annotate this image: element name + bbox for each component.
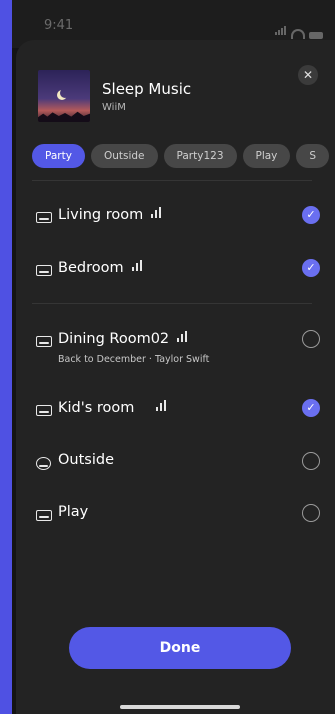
room-row-dining-room02[interactable]: Dining Room02 Back to December · Taylor … — [36, 330, 326, 366]
divider — [32, 180, 312, 181]
status-icons — [275, 20, 323, 39]
room-row-bedroom[interactable]: Bedroom ✓ — [36, 259, 326, 295]
checkmark-icon[interactable]: ✓ — [302, 259, 320, 277]
track-title: Sleep Music — [102, 80, 192, 98]
album-art — [38, 70, 90, 122]
chip-party123[interactable]: Party123 — [163, 144, 237, 168]
status-time: 9:41 — [44, 18, 74, 33]
done-button[interactable]: Done — [69, 627, 291, 669]
home-indicator[interactable] — [120, 705, 240, 709]
checkmark-icon[interactable]: ✓ — [302, 206, 320, 224]
soundbar-icon — [36, 212, 52, 223]
moon-icon — [60, 88, 70, 98]
equalizer-icon — [156, 399, 168, 415]
room-label: Bedroom — [58, 259, 144, 276]
chip-party[interactable]: Party — [32, 144, 85, 168]
speaker-icon — [36, 510, 52, 521]
room-row-kids-room[interactable]: Kid's room ✓ — [36, 399, 326, 435]
unchecked-circle-icon[interactable] — [302, 504, 320, 522]
equalizer-icon — [151, 206, 163, 222]
now-playing-text: Back to December · Taylor Swift — [58, 354, 210, 365]
close-icon[interactable]: ✕ — [298, 65, 318, 85]
equalizer-icon — [177, 330, 189, 346]
soundbar-icon — [36, 265, 52, 276]
equalizer-icon — [131, 259, 144, 275]
room-row-outside[interactable]: Outside — [36, 452, 326, 488]
treeline-graphic — [38, 111, 90, 122]
room-selector-sheet: Sleep Music WiiM ✕ Party Outside Party123 P… — [16, 40, 335, 714]
battery-icon — [309, 32, 323, 39]
group-chips: Party Outside Party123 Play S — [32, 144, 335, 168]
unchecked-circle-icon[interactable] — [302, 452, 320, 470]
room-label: Living room — [58, 206, 163, 223]
signal-icon — [275, 20, 287, 39]
room-label: Outside — [58, 452, 114, 468]
room-label: Kid's room — [58, 399, 168, 416]
room-row-living-room[interactable]: Living room ✓ — [36, 206, 326, 242]
wifi-icon — [291, 29, 305, 39]
chip-play[interactable]: Play — [242, 144, 291, 168]
chip-outside[interactable]: Outside — [90, 144, 158, 168]
room-label: Dining Room02 — [58, 330, 189, 347]
divider — [32, 303, 312, 304]
room-label: Play — [58, 504, 89, 520]
speaker-icon — [36, 405, 52, 416]
room-row-play[interactable]: Play — [36, 504, 326, 540]
round-speaker-icon — [36, 457, 51, 470]
source-name: WiiM — [102, 102, 126, 113]
unchecked-circle-icon[interactable] — [302, 330, 320, 348]
phone-frame: 9:41 Sleep Music WiiM ✕ Party Outside Part… — [12, 0, 335, 714]
speaker-icon — [36, 336, 52, 347]
chip-more[interactable]: S — [296, 144, 330, 168]
checkmark-icon[interactable]: ✓ — [302, 399, 320, 417]
